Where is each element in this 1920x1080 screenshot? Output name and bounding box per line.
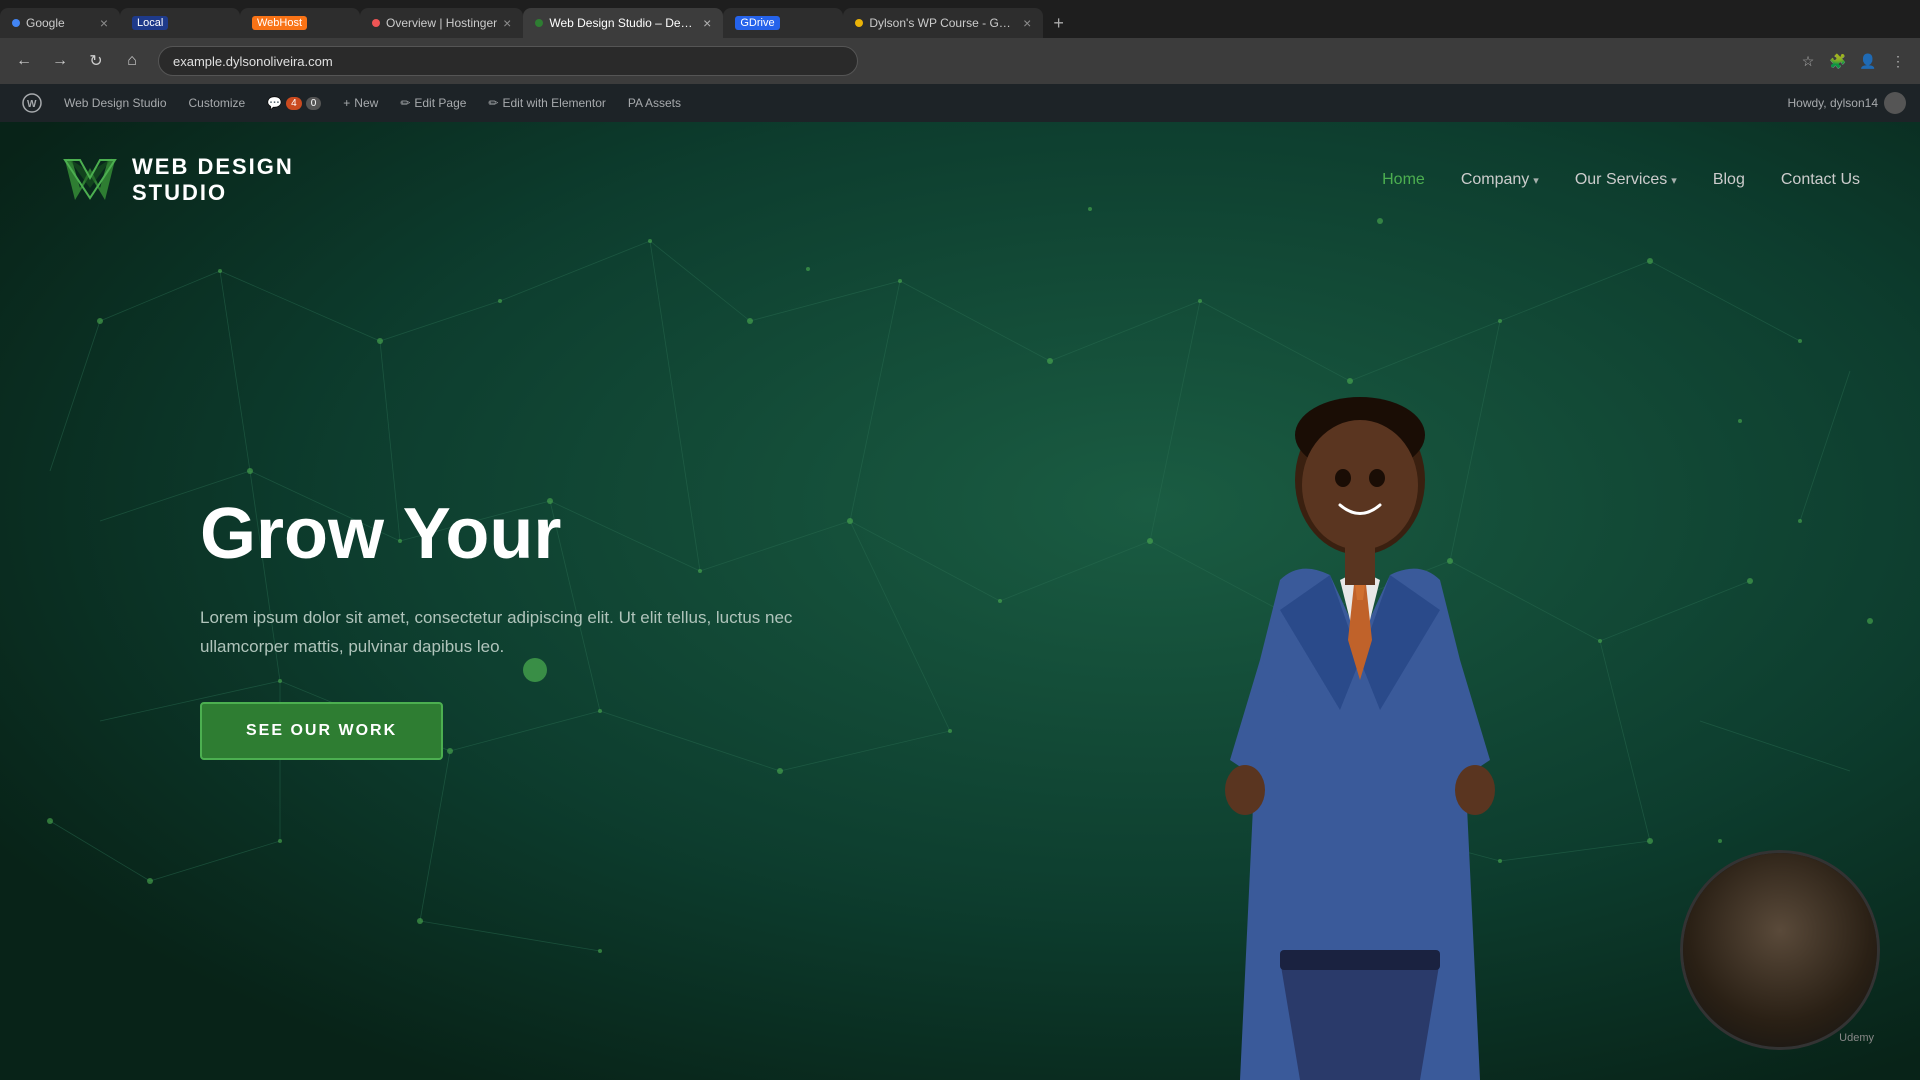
forward-button[interactable]: → — [46, 47, 74, 75]
tab-gdrive[interactable]: GDrive — [723, 8, 843, 38]
wp-edit-page-label: Edit Page — [414, 96, 466, 110]
tab-favicon-hostinger — [372, 19, 380, 27]
bookmark-icon[interactable]: ☆ — [1796, 49, 1820, 73]
extensions-icon[interactable]: 🧩 — [1826, 49, 1850, 73]
logo-line1: WEB DESIGN — [132, 154, 294, 180]
cta-button[interactable]: SEE OUR WORK — [200, 702, 443, 760]
wp-comments[interactable]: 💬 4 0 — [259, 84, 329, 122]
wp-howdy[interactable]: Howdy, dylson14 — [1788, 92, 1907, 114]
tab-badge-local: Local — [132, 16, 168, 30]
wp-edit-elementor[interactable]: ✏ Edit with Elementor — [480, 84, 613, 122]
browser-tabs: Google × Local WebHost Overview | Hostin… — [0, 0, 1920, 38]
tab-badge-gdrive: GDrive — [735, 16, 779, 30]
nav-blog[interactable]: Blog — [1713, 171, 1745, 189]
wp-pa-assets-label: PA Assets — [628, 96, 681, 110]
tab-close-dylson[interactable]: × — [1023, 15, 1031, 31]
wp-edit-page[interactable]: ✏ Edit Page — [392, 84, 474, 122]
tab-badge-webhost: WebHost — [252, 16, 307, 30]
browser-chrome: Google × Local WebHost Overview | Hostin… — [0, 0, 1920, 84]
webcam-label: Udemy — [1839, 1032, 1874, 1044]
reload-button[interactable]: ↻ — [82, 47, 110, 75]
wp-new[interactable]: + New — [335, 84, 386, 122]
site-nav: WEB DESIGN STUDIO Home Company ▾ Our Ser… — [0, 122, 1920, 238]
tab-favicon-google — [12, 19, 20, 27]
new-tab-button[interactable]: + — [1043, 9, 1074, 38]
tab-webdesign[interactable]: Web Design Studio – Design... × — [523, 8, 723, 38]
hero-body-text: Lorem ipsum dolor sit amet, consectetur … — [200, 604, 820, 662]
browser-toolbar: ← → ↻ ⌂ ☆ 🧩 👤 ⋮ — [0, 38, 1920, 84]
tab-dylson[interactable]: Dylson's WP Course - Goog... × — [843, 8, 1043, 38]
hero-person-image — [1100, 360, 1620, 1080]
wp-logo-icon: W — [22, 93, 42, 113]
wp-comments-count: 4 — [286, 97, 302, 110]
toolbar-right: ☆ 🧩 👤 ⋮ — [1796, 49, 1910, 73]
wp-logo-item[interactable]: W — [14, 84, 50, 122]
tab-label-hostinger: Overview | Hostinger — [386, 16, 497, 30]
wp-site-name[interactable]: Web Design Studio — [56, 84, 175, 122]
hero-title: Grow Your — [200, 495, 820, 574]
svg-text:W: W — [27, 99, 37, 110]
tab-favicon-dylson — [855, 19, 863, 27]
webcam-video — [1683, 853, 1877, 1047]
company-chevron: ▾ — [1533, 174, 1539, 187]
wp-howdy-label: Howdy, dylson14 — [1788, 96, 1879, 110]
wp-pending-count: 0 — [306, 97, 322, 110]
wp-admin-bar: W Web Design Studio Customize 💬 4 0 + Ne… — [0, 84, 1920, 122]
tab-label-webdesign: Web Design Studio – Design... — [549, 16, 697, 30]
tab-close-webdesign[interactable]: × — [703, 15, 711, 31]
logo-text: WEB DESIGN STUDIO — [132, 154, 294, 207]
nav-contact-us[interactable]: Contact Us — [1781, 171, 1860, 189]
tab-hostinger[interactable]: Overview | Hostinger × — [360, 8, 523, 38]
wp-elementor-label: Edit with Elementor — [502, 96, 605, 110]
logo-line2: STUDIO — [132, 180, 294, 206]
tab-close-hostinger[interactable]: × — [503, 15, 511, 31]
nav-our-services[interactable]: Our Services ▾ — [1575, 171, 1677, 189]
tab-close-google[interactable]: × — [100, 15, 108, 31]
tab-webhost[interactable]: WebHost — [240, 8, 360, 38]
menu-icon[interactable]: ⋮ — [1886, 49, 1910, 73]
back-button[interactable]: ← — [10, 47, 38, 75]
tab-label-google: Google — [26, 16, 65, 30]
logo-icon — [60, 150, 120, 210]
services-chevron: ▾ — [1671, 174, 1677, 187]
nav-home[interactable]: Home — [1382, 171, 1425, 189]
site-logo[interactable]: WEB DESIGN STUDIO — [60, 150, 294, 210]
hero-section: WEB DESIGN STUDIO Home Company ▾ Our Ser… — [0, 122, 1920, 1080]
wp-customize[interactable]: Customize — [181, 84, 254, 122]
hero-content: Grow Your Lorem ipsum dolor sit amet, co… — [200, 495, 820, 760]
nav-company[interactable]: Company ▾ — [1461, 171, 1539, 189]
tab-favicon-webdesign — [535, 19, 543, 27]
wp-site-label: Web Design Studio — [64, 96, 167, 110]
wp-customize-label: Customize — [189, 96, 246, 110]
webcam-overlay — [1680, 850, 1880, 1050]
address-bar[interactable] — [158, 46, 858, 76]
wp-new-label: New — [354, 96, 378, 110]
nav-menu: Home Company ▾ Our Services ▾ Blog Conta… — [1382, 171, 1860, 189]
wp-pa-assets[interactable]: PA Assets — [620, 84, 689, 122]
home-button[interactable]: ⌂ — [118, 47, 146, 75]
tab-google[interactable]: Google × — [0, 8, 120, 38]
profile-icon[interactable]: 👤 — [1856, 49, 1880, 73]
tab-label-dylson: Dylson's WP Course - Goog... — [869, 16, 1017, 30]
wp-avatar — [1884, 92, 1906, 114]
tab-local[interactable]: Local — [120, 8, 240, 38]
